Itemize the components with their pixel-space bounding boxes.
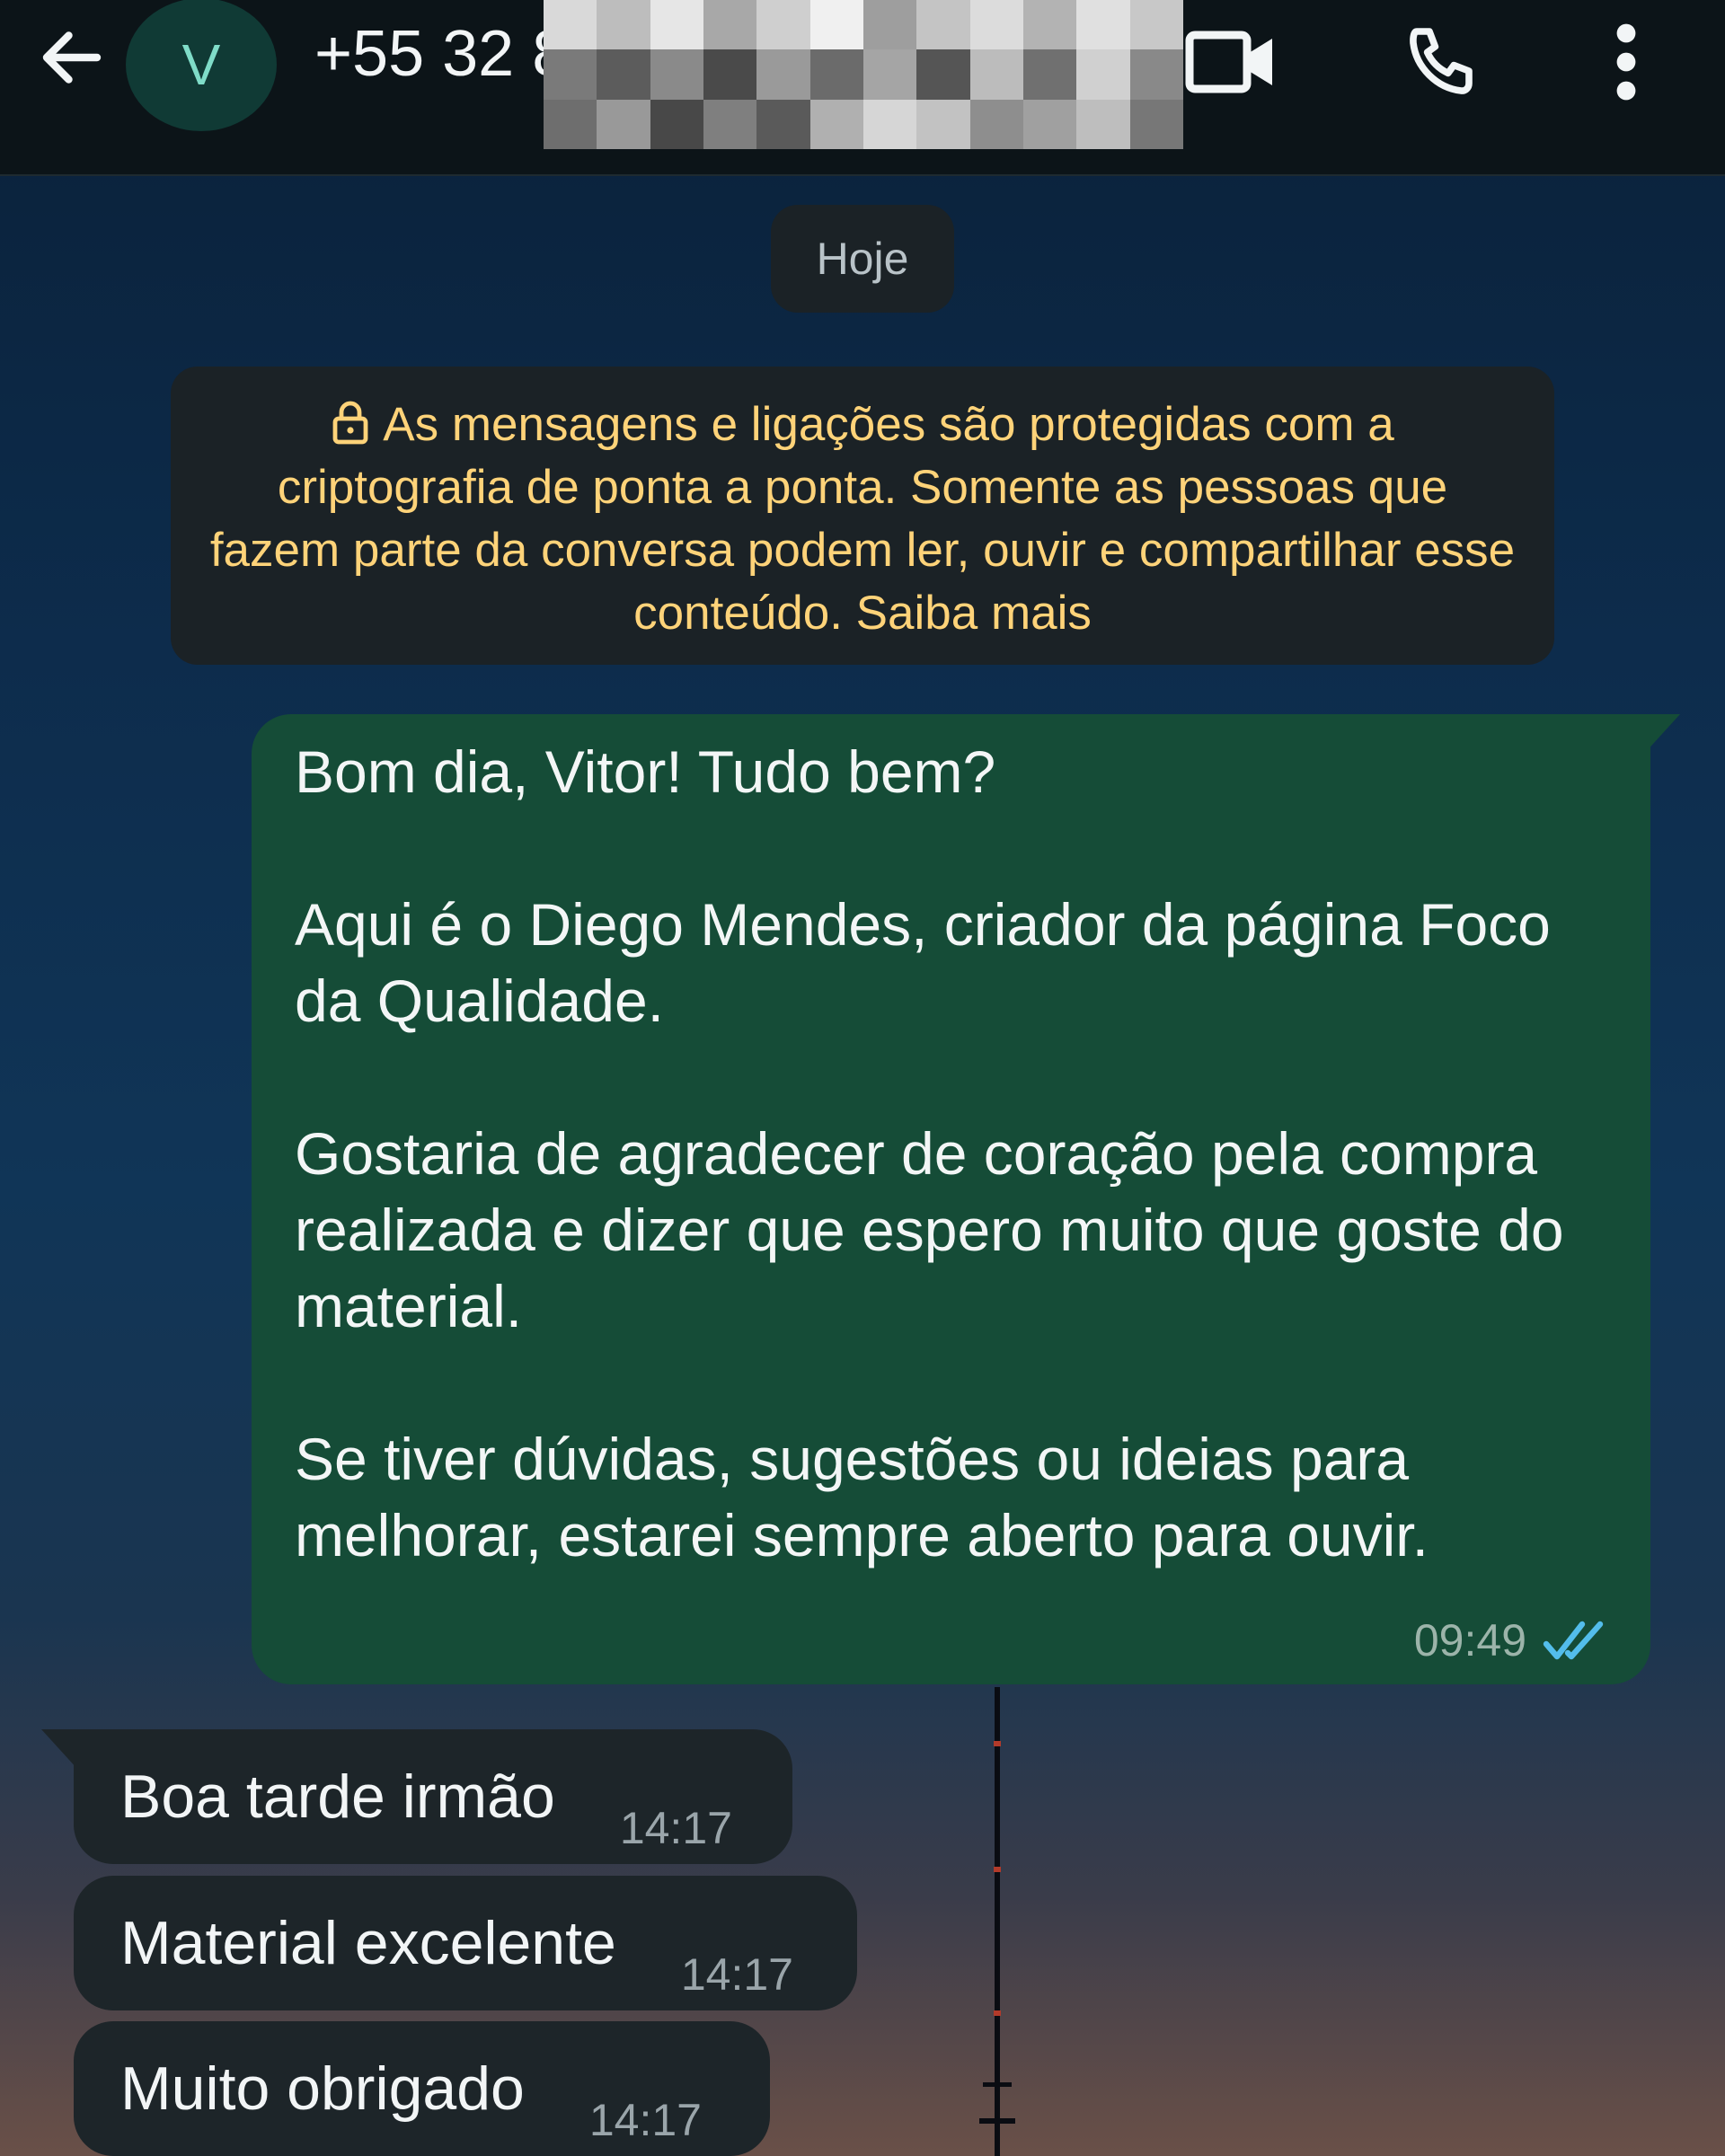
redaction-pixel [597, 0, 650, 50]
redaction-pixel [809, 99, 863, 149]
redaction-pixel [650, 0, 703, 50]
redaction-pixel [809, 49, 863, 100]
redaction-pixel [544, 99, 597, 149]
redaction-pixel [1022, 49, 1077, 100]
redaction-pixel [650, 99, 703, 149]
lock-icon [332, 401, 368, 445]
phone-icon [1410, 28, 1473, 94]
redaction-pixel [756, 0, 810, 50]
more-vertical-icon [1616, 23, 1636, 101]
back-button[interactable] [27, 13, 117, 102]
redaction-pixel [703, 49, 757, 100]
redaction-pixel [1076, 99, 1130, 149]
redaction-pixel [544, 0, 597, 50]
redaction-pixel [916, 0, 970, 50]
incoming-message[interactable]: Muito obrigado 14:17 [74, 2021, 770, 2156]
avatar[interactable]: V [126, 0, 277, 131]
redaction-pixel [862, 99, 917, 149]
encryption-notice[interactable]: As mensagens e ligações são protegidas c… [171, 367, 1554, 665]
redaction-pixel [1129, 49, 1183, 100]
redaction-pixel [597, 99, 650, 149]
message-text: Muito obrigado [120, 2054, 525, 2123]
outgoing-message[interactable]: Bom dia, Vitor! Tudo bem? Aqui é o Diego… [252, 714, 1650, 1684]
redaction-pixel [756, 49, 810, 100]
redaction-pixel [756, 99, 810, 149]
video-call-button[interactable] [1181, 13, 1280, 111]
redaction-pixel [916, 99, 970, 149]
incoming-message[interactable]: Material excelente 14:17 [74, 1876, 857, 2010]
redaction-pixel [597, 49, 650, 100]
redaction-pixel [969, 49, 1023, 100]
message-time: 14:17 [680, 1949, 793, 2000]
redaction-pixel [969, 99, 1023, 149]
arrow-left-icon [42, 31, 102, 84]
avatar-initial: V [181, 32, 221, 97]
redaction-pixel [1129, 0, 1183, 50]
redaction-pixel [969, 0, 1023, 50]
message-paragraph: Se tiver dúvidas, sugestões ou ideias pa… [295, 1426, 1429, 1568]
message-time: 14:17 [619, 1803, 732, 1853]
redaction-pixel [703, 99, 757, 149]
redaction-pixel [1022, 0, 1077, 50]
message-time: 14:17 [588, 2095, 702, 2145]
voice-call-button[interactable] [1393, 13, 1491, 111]
video-camera-icon [1185, 31, 1272, 93]
redaction-pixelation [544, 0, 1183, 149]
redaction-pixel [1076, 49, 1130, 100]
redaction-pixel [1022, 99, 1077, 149]
redaction-pixel [650, 49, 703, 100]
message-text: Boa tarde irmão [120, 1763, 555, 1831]
redaction-pixel [544, 49, 597, 100]
redaction-pixel [809, 0, 863, 50]
redaction-pixel [1129, 99, 1183, 149]
message-time: 09:49 [1413, 1615, 1526, 1666]
background-tower [979, 1687, 1015, 2156]
redaction-pixel [703, 0, 757, 50]
date-separator: Hoje [771, 205, 954, 313]
message-paragraph: Aqui é o Diego Mendes, criador da página… [295, 891, 1551, 1034]
message-text: Bom dia, Vitor! Tudo bem? Aqui é o Diego… [295, 734, 1607, 1574]
redaction-pixel [862, 0, 917, 50]
double-check-icon [1543, 1621, 1604, 1660]
more-options-button[interactable] [1577, 13, 1676, 111]
encryption-notice-text: As mensagens e ligações são protegidas c… [209, 398, 1516, 640]
message-text: Material excelente [120, 1909, 616, 1977]
redaction-pixel [862, 49, 917, 100]
message-meta: 09:49 [1414, 1614, 1614, 1666]
chat-header: V +55 32 843 [0, 0, 1725, 176]
incoming-message[interactable]: Boa tarde irmão 14:17 [74, 1729, 792, 1864]
redaction-pixel [916, 49, 970, 100]
message-paragraph: Bom dia, Vitor! Tudo bem? [295, 738, 996, 805]
incoming-bubble-tail [41, 1729, 77, 1769]
message-paragraph: Gostaria de agradecer de coração pela co… [295, 1120, 1564, 1339]
redaction-pixel [1076, 0, 1130, 50]
